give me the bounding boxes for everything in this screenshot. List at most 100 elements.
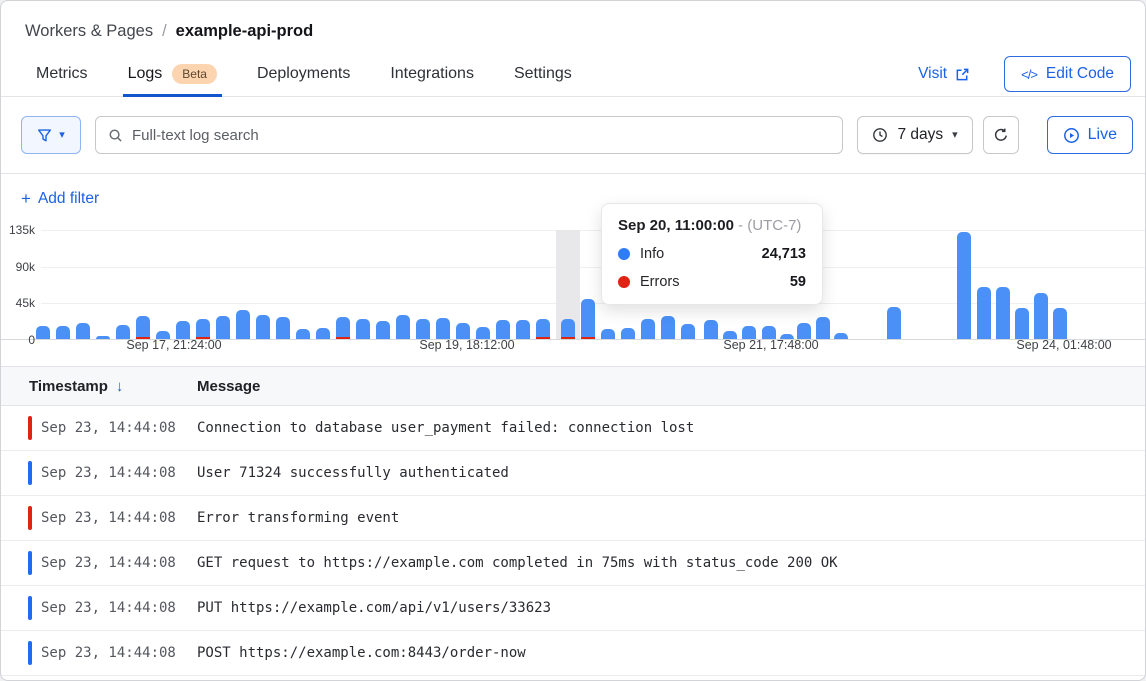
chart-bar[interactable]: [56, 326, 70, 339]
tab-settings-label: Settings: [514, 65, 572, 83]
chart-bar[interactable]: [834, 333, 848, 339]
chart-bar[interactable]: [581, 299, 595, 339]
clock-icon: [872, 127, 888, 143]
log-row[interactable]: Sep 23, 14:44:08GET request to https://e…: [1, 541, 1145, 586]
chart-bar[interactable]: [96, 336, 110, 339]
chart-bar[interactable]: [176, 321, 190, 339]
chart-bar[interactable]: [561, 319, 575, 339]
chart-bar[interactable]: [36, 326, 50, 339]
chart-bar[interactable]: [376, 321, 390, 339]
log-row[interactable]: Sep 23, 14:44:08User 71324 successfully …: [1, 451, 1145, 496]
timestamp-column-header[interactable]: Timestamp ↓: [1, 378, 197, 395]
workers-logs-page: Workers & Pages / example-api-prod Metri…: [0, 0, 1146, 681]
error-segment: [536, 337, 550, 339]
x-axis-tick-label: Sep 19, 18:12:00: [419, 338, 514, 352]
chart-bar[interactable]: [516, 320, 530, 339]
edit-code-button[interactable]: </> Edit Code: [1004, 56, 1131, 92]
chart-bar[interactable]: [256, 315, 270, 339]
chart-bar[interactable]: [356, 319, 370, 339]
tab-settings[interactable]: Settings: [513, 52, 573, 96]
log-message: GET request to https://example.com compl…: [197, 555, 1145, 571]
chart-bar[interactable]: [316, 328, 330, 339]
beta-badge: Beta: [172, 64, 217, 84]
chart-bar[interactable]: [496, 320, 510, 339]
live-label: Live: [1088, 126, 1117, 144]
tab-metrics[interactable]: Metrics: [35, 52, 89, 96]
chart-bar[interactable]: [704, 320, 718, 339]
error-dot-icon: [618, 276, 630, 288]
tab-metrics-label: Metrics: [36, 65, 88, 83]
chart-bar[interactable]: [76, 323, 90, 339]
error-segment: [581, 337, 595, 339]
chart-tooltip: Sep 20, 11:00:00 - (UTC-7) Info 24,713 E…: [601, 203, 823, 305]
log-message: Connection to database user_payment fail…: [197, 420, 1145, 436]
chart-bar[interactable]: [276, 317, 290, 339]
add-filter-button[interactable]: + Add filter: [21, 189, 99, 209]
chart-bar[interactable]: [116, 325, 130, 339]
search-icon: [108, 128, 123, 143]
log-row[interactable]: Sep 23, 14:44:08PUT https://example.com/…: [1, 586, 1145, 631]
chart-bar[interactable]: [336, 317, 350, 339]
chevron-down-icon: ▾: [59, 130, 65, 141]
gridline: [41, 230, 1145, 231]
add-filter-label: Add filter: [38, 190, 99, 208]
chart-bar[interactable]: [216, 316, 230, 339]
chart-bar[interactable]: [296, 329, 310, 339]
tab-actions: Visit </> Edit Code: [918, 52, 1131, 96]
chart-bar[interactable]: [416, 319, 430, 339]
chart-bar[interactable]: [536, 319, 550, 339]
chart-bar[interactable]: [816, 317, 830, 339]
chart-bar[interactable]: [196, 319, 210, 339]
chart-bar[interactable]: [621, 328, 635, 339]
chart-bar[interactable]: [456, 323, 470, 339]
refresh-button[interactable]: [983, 116, 1019, 154]
chart-bar[interactable]: [1053, 308, 1067, 339]
log-message: POST https://example.com:8443/order-now: [197, 645, 1145, 661]
edit-code-label: Edit Code: [1046, 65, 1114, 83]
breadcrumb-parent[interactable]: Workers & Pages: [25, 22, 153, 41]
breadcrumb: Workers & Pages / example-api-prod: [1, 1, 1145, 41]
tabs: Metrics Logs Beta Deployments Integratio…: [35, 52, 573, 96]
tooltip-errors-label: Errors: [640, 274, 679, 290]
chart-bar[interactable]: [1015, 308, 1029, 339]
info-dot-icon: [618, 248, 630, 260]
visit-link[interactable]: Visit: [918, 65, 970, 83]
chart-bar[interactable]: [996, 287, 1010, 339]
tab-integrations-label: Integrations: [390, 65, 474, 83]
chart-bar[interactable]: [396, 315, 410, 339]
chart-bar[interactable]: [957, 232, 971, 339]
live-button[interactable]: Live: [1047, 116, 1133, 154]
chart-bar[interactable]: [236, 310, 250, 339]
log-row[interactable]: Sep 23, 14:44:08POST https://example.com…: [1, 631, 1145, 676]
timestamp-header-label: Timestamp: [29, 378, 108, 395]
chart-bar[interactable]: [661, 316, 675, 339]
info-level-marker: [28, 461, 32, 485]
chart-bar[interactable]: [601, 329, 615, 339]
chart-bar[interactable]: [641, 319, 655, 339]
log-search-box: [95, 116, 843, 154]
tooltip-info-value: 24,713: [762, 246, 806, 262]
time-range-button[interactable]: 7 days ▾: [857, 116, 972, 154]
filter-dropdown-button[interactable]: ▾: [21, 116, 81, 154]
tab-integrations[interactable]: Integrations: [389, 52, 475, 96]
plus-icon: +: [21, 189, 31, 209]
tooltip-title: Sep 20, 11:00:00 - (UTC-7): [618, 217, 806, 234]
tooltip-errors-row: Errors 59: [618, 274, 806, 290]
tab-logs[interactable]: Logs Beta: [127, 52, 218, 96]
tab-deployments[interactable]: Deployments: [256, 52, 351, 96]
search-input[interactable]: [132, 127, 830, 144]
error-segment: [561, 337, 575, 339]
chart-bar[interactable]: [436, 318, 450, 339]
chart-bar[interactable]: [977, 287, 991, 339]
log-row[interactable]: Sep 23, 14:44:08Connection to database u…: [1, 406, 1145, 451]
info-level-marker: [28, 641, 32, 665]
tooltip-timezone: - (UTC-7): [734, 217, 802, 234]
log-row[interactable]: Sep 23, 14:44:08Error transforming event: [1, 496, 1145, 541]
chart-bar[interactable]: [797, 323, 811, 339]
chart-bar[interactable]: [887, 307, 901, 339]
chart-plot-area: 045k90k135k: [1, 230, 1145, 340]
chart-bar[interactable]: [136, 316, 150, 339]
x-axis-tick-label: Sep 21, 17:48:00: [723, 338, 818, 352]
chart-bar[interactable]: [1034, 293, 1048, 339]
chart-bar[interactable]: [681, 324, 695, 339]
